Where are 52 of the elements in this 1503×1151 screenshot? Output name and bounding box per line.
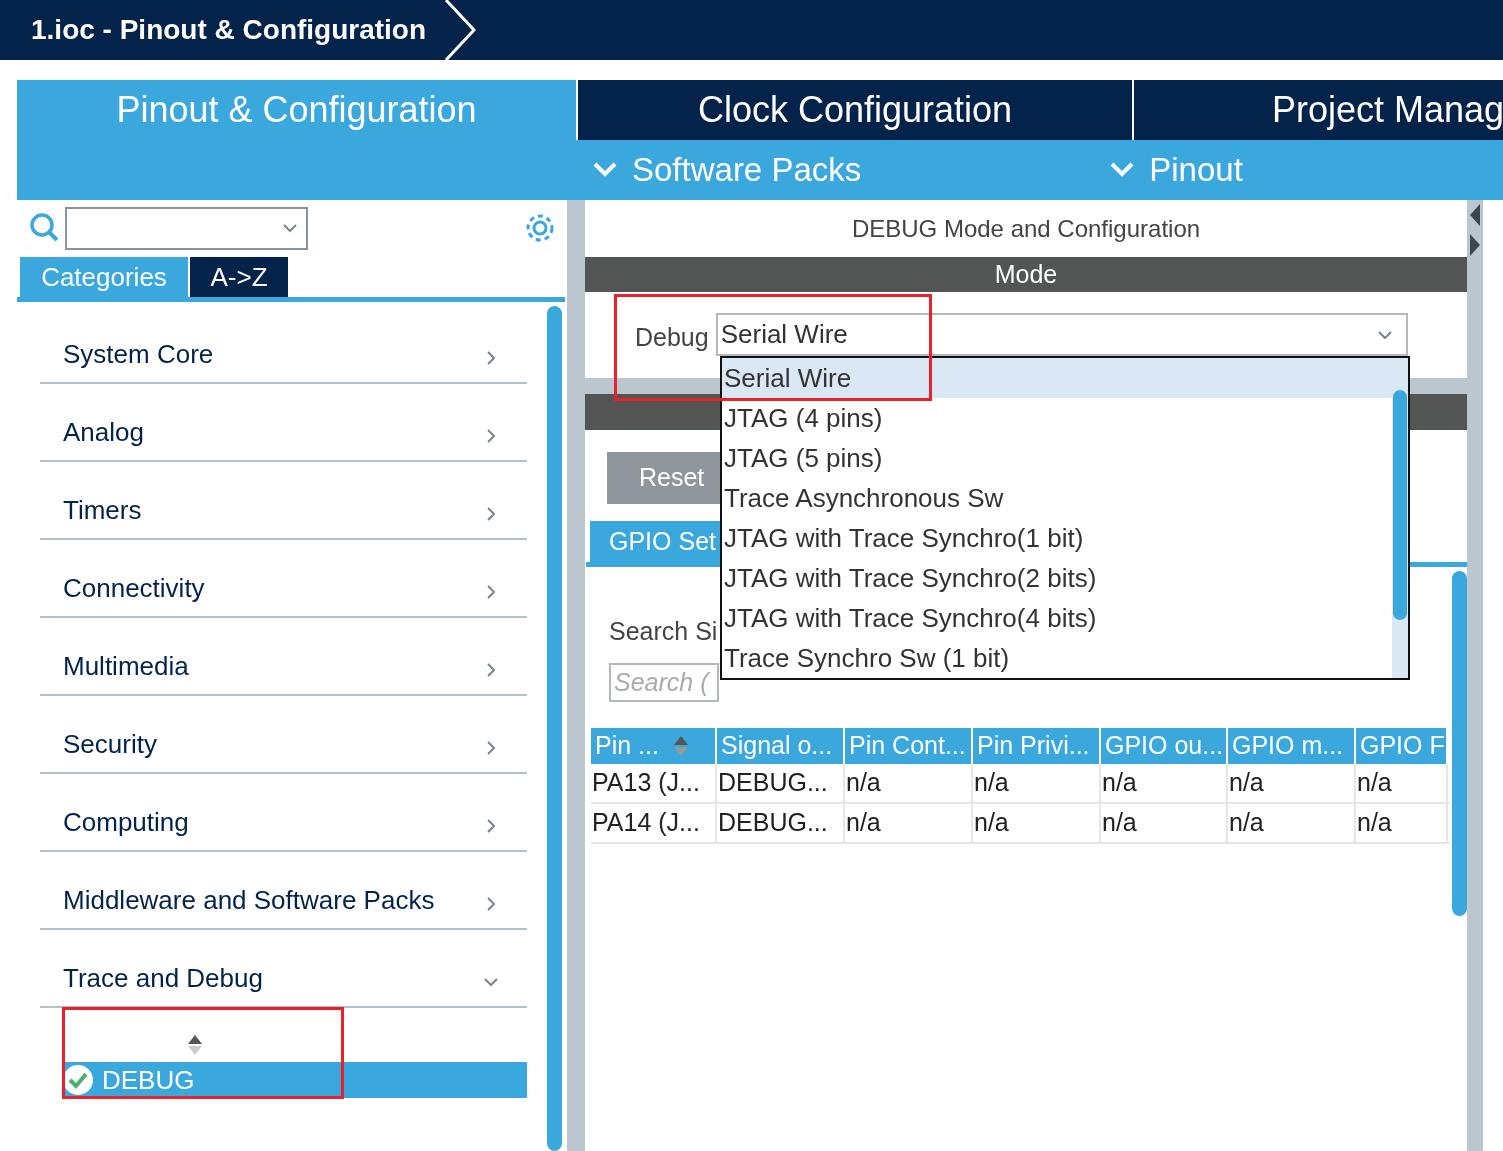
search-icon [29, 212, 61, 244]
dropdown-option[interactable]: JTAG (5 pins) [722, 438, 1392, 478]
dropdown-option[interactable]: Trace Asynchronous Sw [722, 478, 1392, 518]
table-cell: n/a [973, 763, 1101, 802]
category-item[interactable]: Middleware and Software Packs [40, 852, 527, 930]
category-item[interactable]: System Core [40, 306, 527, 384]
arrow-right-icon[interactable] [1470, 234, 1480, 256]
dropdown-option[interactable]: JTAG (4 pins) [722, 398, 1392, 438]
debug-select[interactable]: Serial Wire [715, 313, 1408, 356]
sort-icon [672, 734, 689, 757]
scrollbar[interactable] [1393, 390, 1407, 620]
category-item[interactable]: Trace and Debug [40, 930, 527, 1008]
table-cell: n/a [1101, 763, 1228, 802]
table-cell: n/a [845, 763, 973, 802]
sort-icon[interactable] [186, 1034, 203, 1056]
search-combo-field[interactable] [65, 206, 308, 250]
scrollbar[interactable] [1452, 571, 1467, 916]
mode-header: Mode [585, 257, 1467, 292]
table-cell: PA13 (J... [591, 763, 717, 802]
dropdown-option[interactable]: JTAG with Trace Synchro(2 bits) [722, 558, 1392, 598]
category-item[interactable]: Connectivity [40, 540, 527, 618]
table-cell: DEBUG... [717, 803, 845, 842]
table-cell: n/a [1356, 803, 1448, 842]
search-field[interactable]: Search ( [609, 662, 719, 702]
table-cell: PA14 (J... [591, 803, 717, 842]
arrow-left-icon[interactable] [1470, 204, 1480, 226]
view-tab[interactable]: A->Z [190, 257, 288, 297]
panel-title: DEBUG Mode and Configuration [850, 213, 1202, 244]
table-cell: n/a [845, 803, 973, 842]
category-item[interactable]: Timers [40, 462, 527, 540]
search-signals-label: Search Si [609, 616, 718, 647]
dropdown-option[interactable]: JTAG with Trace Synchro(1 bit) [722, 518, 1392, 558]
chevron-down-icon [592, 161, 618, 179]
debug-label: Debug [635, 322, 709, 353]
chevron-down-icon [1109, 161, 1136, 179]
dropdown-option[interactable]: JTAG with Trace Synchro(4 bits) [722, 598, 1392, 638]
dropdown-option[interactable]: Serial Wire [722, 358, 1392, 398]
category-item[interactable]: Analog [40, 384, 527, 462]
window-title: 1.ioc - Pinout & Configuration [30, 13, 427, 47]
table-cell: DEBUG... [717, 763, 845, 802]
main-tab[interactable]: Clock Configuration [578, 80, 1132, 140]
dropdown-option[interactable]: Trace Synchro Sw (1 bit) [722, 638, 1392, 678]
scrollbar[interactable] [547, 306, 562, 1151]
table-cell: n/a [1101, 803, 1228, 842]
table-cell: n/a [1228, 763, 1356, 802]
category-item[interactable]: Security [40, 696, 527, 774]
category-item[interactable]: Computing [40, 774, 527, 852]
category-item[interactable]: Multimedia [40, 618, 527, 696]
table-cell: n/a [973, 803, 1101, 842]
table-cell: n/a [1356, 763, 1448, 802]
main-tab[interactable]: Project Manag [1134, 80, 1503, 140]
table-cell: n/a [1228, 803, 1356, 842]
